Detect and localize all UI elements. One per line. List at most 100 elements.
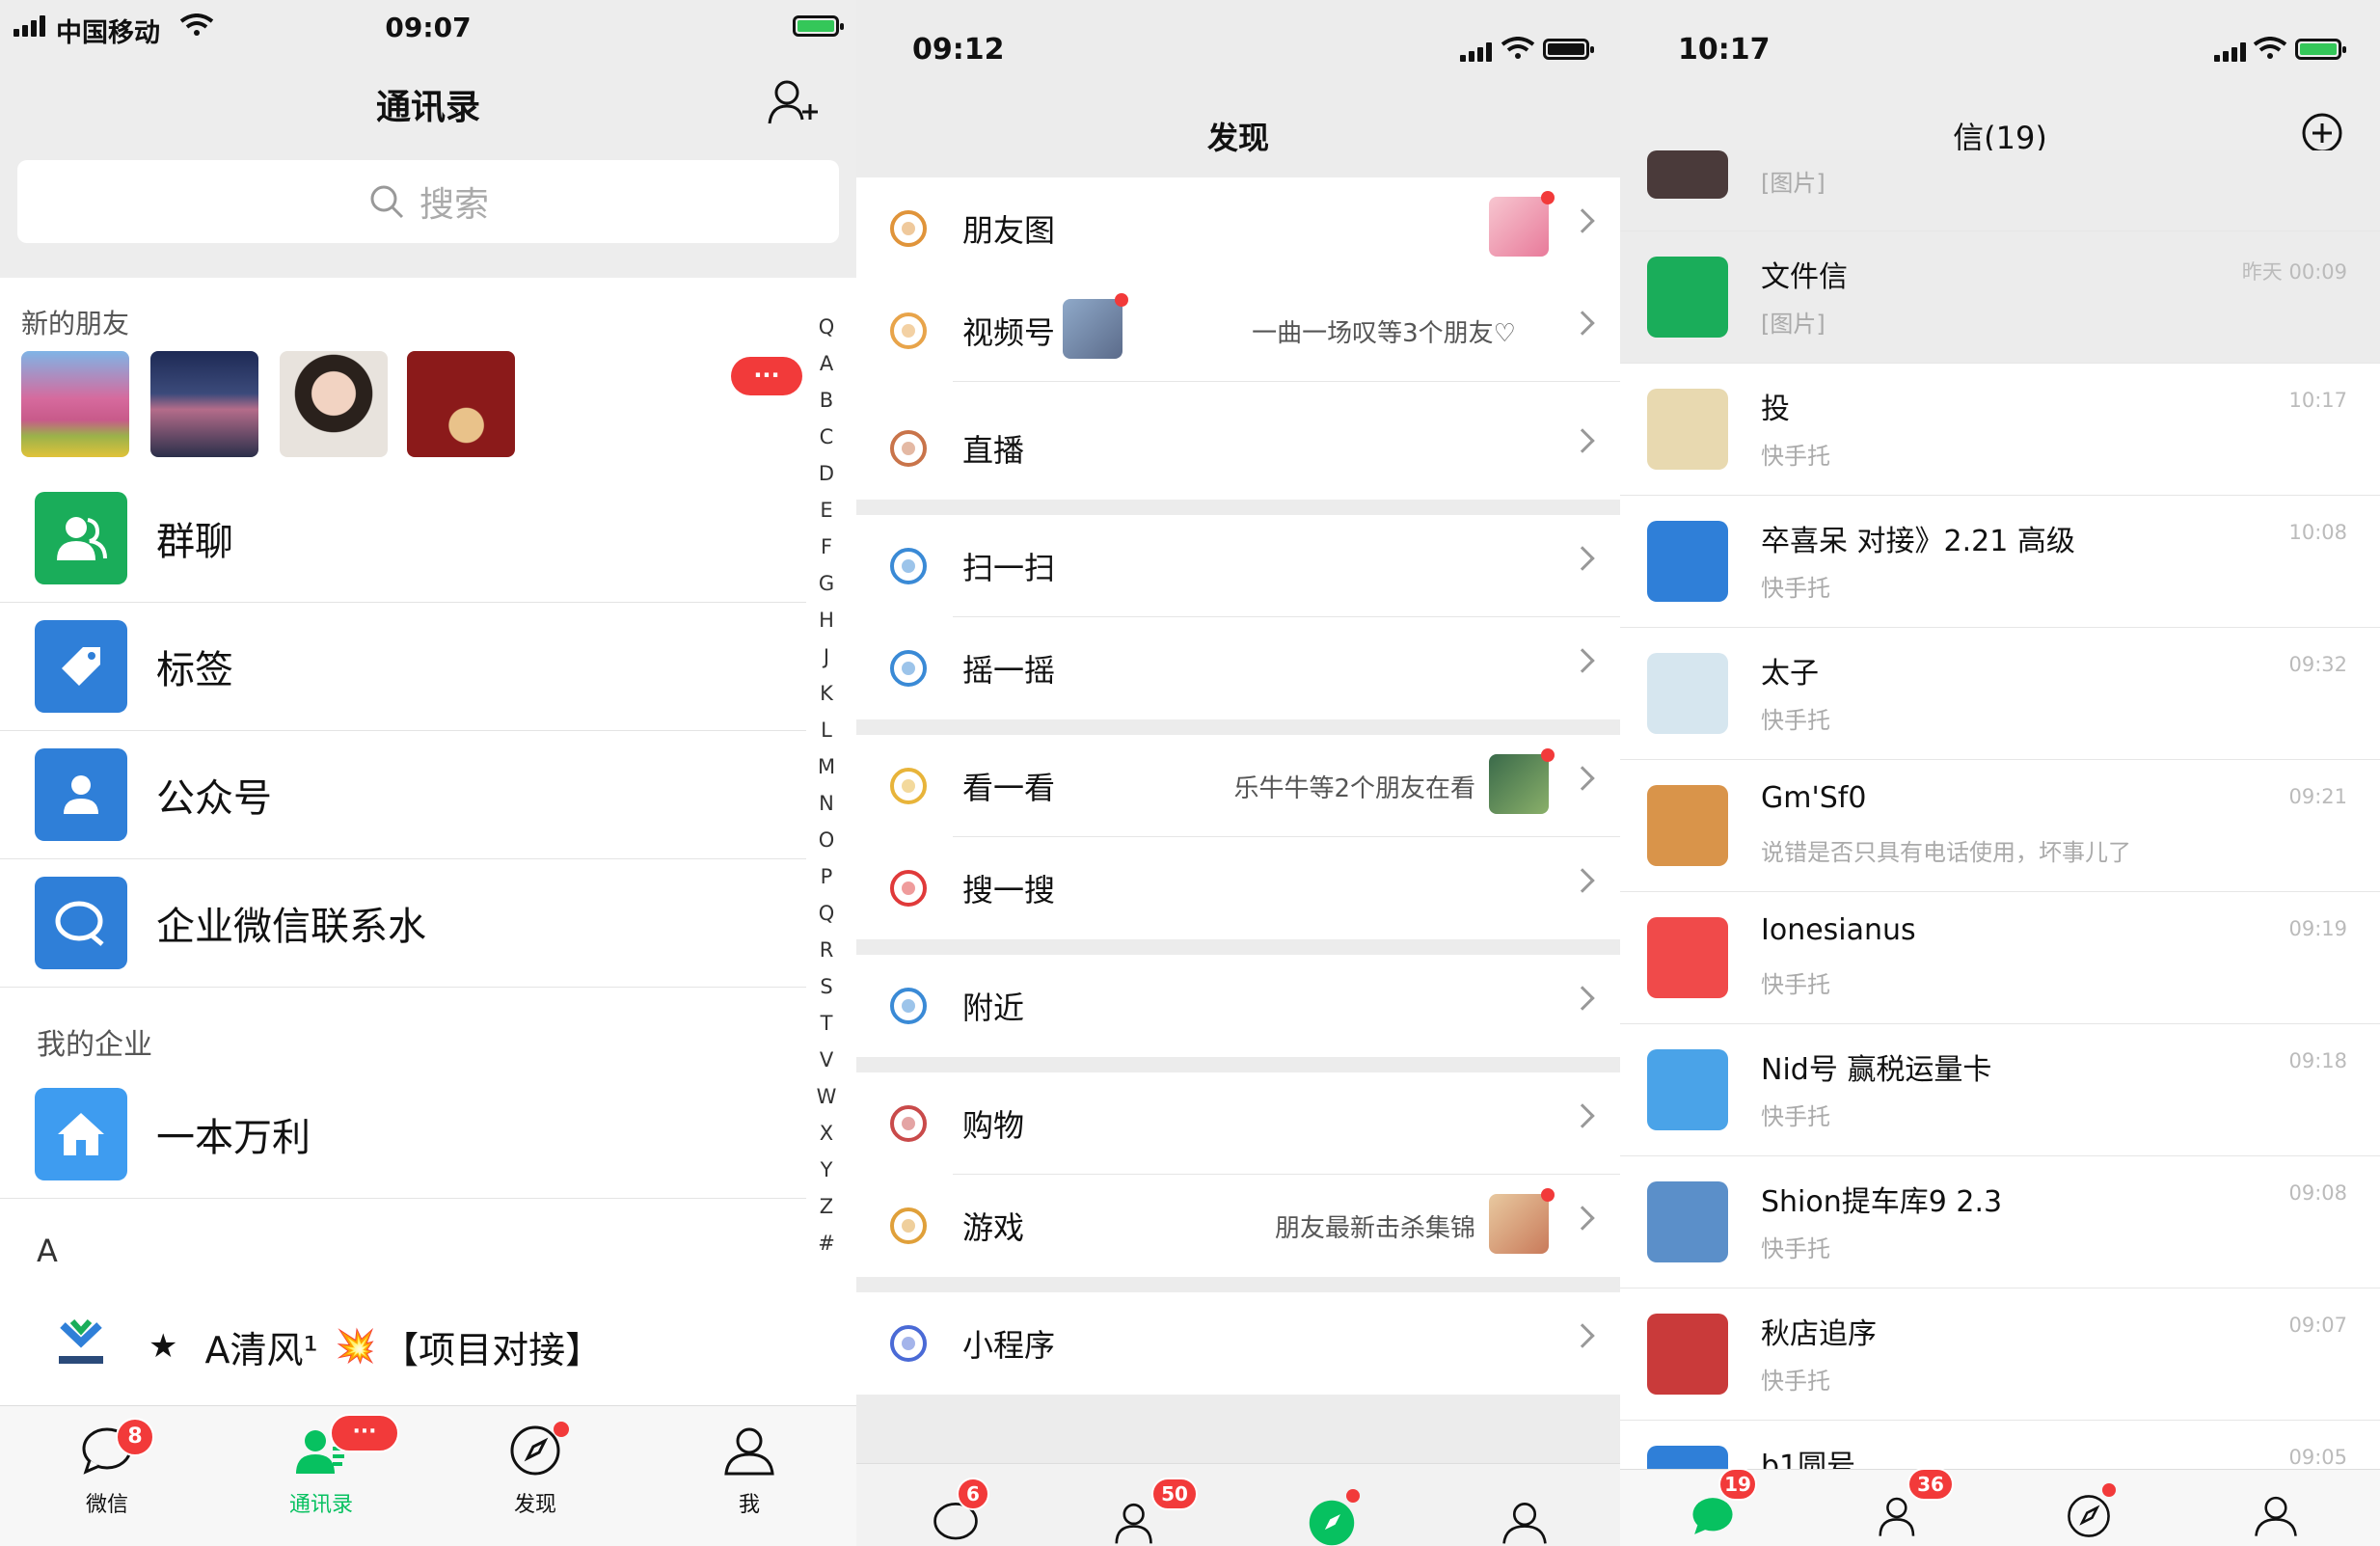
chat-avatar bbox=[1647, 653, 1728, 734]
channels-icon bbox=[890, 312, 927, 349]
chat-row[interactable]: Nid号 赢税运量卡 快手托 09:18 bbox=[1620, 1024, 2380, 1156]
index-letter[interactable]: Q bbox=[819, 309, 835, 345]
tab-me[interactable]: 我 bbox=[696, 1424, 802, 1518]
new-friend-avatar[interactable] bbox=[150, 351, 258, 457]
index-letter[interactable]: G bbox=[819, 565, 834, 602]
index-letter[interactable]: Q bbox=[819, 895, 835, 932]
page-title: 发现 bbox=[1206, 120, 1269, 156]
discover-row[interactable]: 游戏 朋友最新击杀集锦 bbox=[856, 1175, 1620, 1277]
unread-badge: 50 bbox=[1151, 1478, 1198, 1510]
index-letter[interactable]: # bbox=[818, 1225, 835, 1261]
new-friend-avatar[interactable] bbox=[407, 351, 515, 457]
discover-row[interactable]: 购物 bbox=[856, 1072, 1620, 1175]
search-bar[interactable]: 搜索 bbox=[17, 160, 839, 243]
compass-icon[interactable] bbox=[1308, 1499, 1356, 1546]
chat-row[interactable]: 太子 快手托 09:32 bbox=[1620, 628, 2380, 760]
discover-row[interactable]: 看一看 乐牛牛等2个朋友在看 bbox=[856, 735, 1620, 837]
signal-icon bbox=[1460, 41, 1492, 62]
chat-row[interactable]: 投快手托 10:17 bbox=[1620, 364, 2380, 496]
contacts-icon[interactable] bbox=[1879, 1493, 1925, 1539]
index-letter[interactable]: P bbox=[821, 858, 833, 895]
index-letter[interactable]: Z bbox=[820, 1188, 833, 1225]
chat-preview: [图片] bbox=[1761, 311, 1826, 338]
index-letter[interactable]: A bbox=[820, 345, 833, 382]
index-letter[interactable]: F bbox=[821, 529, 832, 565]
chat-avatar bbox=[1647, 1049, 1728, 1130]
chat-avatar bbox=[1647, 785, 1728, 866]
chat-row[interactable]: 秋店追序 快手托 09:07 bbox=[1620, 1288, 2380, 1421]
person-icon[interactable] bbox=[2253, 1493, 2299, 1539]
chat-name: 文件信 bbox=[1761, 260, 1848, 294]
discover-row[interactable]: 直播 bbox=[856, 397, 1620, 500]
discover-row[interactable]: 朋友图 bbox=[856, 177, 1620, 280]
chat-bubble-icon[interactable] bbox=[1690, 1493, 1736, 1539]
company-row[interactable]: 一本万利 bbox=[0, 1071, 806, 1199]
index-letter[interactable]: J bbox=[824, 638, 829, 675]
tab-contacts[interactable]: 通讯录 ··· bbox=[268, 1414, 399, 1518]
chat-preview: 快手托 bbox=[1761, 443, 1830, 470]
chat-preview: 说错是否只具有电话使用，坏事儿了 bbox=[1761, 839, 2131, 866]
tab-chats[interactable]: 微信 8 bbox=[54, 1418, 160, 1518]
chat-time: 09:19 bbox=[2288, 917, 2347, 940]
new-friend-avatar[interactable] bbox=[21, 351, 129, 457]
contact-suffix: 【项目对接】 bbox=[382, 1328, 603, 1371]
index-letter[interactable]: W bbox=[817, 1078, 837, 1115]
alphabet-index[interactable]: Q A B C D E F G H J K L M N O P Q R S T V W X Y Z # bbox=[812, 309, 841, 1261]
tab-discover[interactable]: 发现 bbox=[482, 1422, 588, 1518]
shake-icon bbox=[890, 650, 927, 687]
contact-row[interactable]: ★ A清风¹ 💥 【项目对接】 bbox=[0, 1288, 806, 1404]
index-letter[interactable]: B bbox=[820, 382, 833, 419]
index-letter[interactable]: C bbox=[820, 419, 834, 455]
compass-icon[interactable] bbox=[2066, 1493, 2112, 1539]
index-letter[interactable]: L bbox=[821, 712, 832, 748]
chat-preview: [图片] bbox=[1761, 170, 1826, 197]
dot-badge bbox=[554, 1422, 569, 1437]
chat-time: 10:08 bbox=[2288, 521, 2347, 544]
discover-row[interactable]: 搜一搜 bbox=[856, 837, 1620, 939]
chat-row[interactable]: 文件信 [图片] 昨天 00:09 bbox=[1620, 231, 2380, 364]
discover-row[interactable]: 视频号LIVE一曲一场叹等3个朋友♡ bbox=[856, 280, 1620, 382]
burst-icon: 💥 bbox=[335, 1327, 377, 1366]
tab-label: 微信 bbox=[85, 1493, 128, 1517]
index-letter[interactable]: O bbox=[819, 822, 835, 858]
add-friend-icon[interactable] bbox=[766, 77, 822, 127]
contact-name: A清风¹ bbox=[204, 1328, 318, 1371]
index-letter[interactable]: Y bbox=[821, 1152, 833, 1188]
friend-thumbnail bbox=[1489, 754, 1549, 814]
status-time: 10:17 bbox=[1678, 33, 1771, 67]
chat-row[interactable]: Gm'Sf0 说错是否只具有电话使用，坏事儿了 09:21 bbox=[1620, 760, 2380, 892]
wifi-icon bbox=[2253, 37, 2287, 59]
tab-label: 发现 bbox=[513, 1493, 556, 1517]
games-icon bbox=[890, 1207, 927, 1244]
index-letter[interactable]: E bbox=[820, 492, 832, 529]
index-letter[interactable]: R bbox=[820, 932, 834, 968]
index-letter[interactable]: D bbox=[819, 455, 834, 492]
discover-label: 看一看 bbox=[962, 770, 1056, 806]
index-letter[interactable]: K bbox=[820, 675, 833, 712]
chat-name: 卒喜呆 对接》2.21 高级 bbox=[1761, 525, 2075, 558]
index-letter[interactable]: X bbox=[820, 1115, 833, 1152]
person-icon[interactable] bbox=[1501, 1499, 1549, 1546]
tags-row[interactable]: 标签 bbox=[0, 603, 806, 731]
chat-row[interactable]: 卒喜呆 对接》2.21 高级 快手托 10:08 bbox=[1620, 496, 2380, 628]
chat-row[interactable]: Shion提车库9 2.3 快手托 09:08 bbox=[1620, 1156, 2380, 1288]
index-letter[interactable]: N bbox=[819, 785, 834, 822]
official-account-icon bbox=[35, 748, 127, 841]
chat-row[interactable]: Ionesianus 快手托 09:19 bbox=[1620, 892, 2380, 1024]
index-letter[interactable]: V bbox=[820, 1042, 833, 1078]
index-letter[interactable]: T bbox=[821, 1005, 833, 1042]
discover-row[interactable]: 小程序 bbox=[856, 1292, 1620, 1395]
wecom-contacts-row[interactable]: 企业微信联系水 bbox=[0, 859, 806, 988]
discover-row[interactable]: 扫一扫 bbox=[856, 515, 1620, 617]
discover-row[interactable]: 附近 bbox=[856, 955, 1620, 1057]
friend-thumbnail bbox=[1489, 197, 1549, 257]
new-friend-avatar[interactable] bbox=[280, 351, 388, 457]
add-icon[interactable] bbox=[2301, 112, 2343, 154]
discover-row[interactable]: 摇一摇 bbox=[856, 617, 1620, 719]
official-accounts-row[interactable]: 公众号 bbox=[0, 731, 806, 859]
index-letter[interactable]: M bbox=[818, 748, 835, 785]
group-chats-row[interactable]: 群聊 bbox=[0, 475, 806, 603]
index-letter[interactable]: S bbox=[820, 968, 832, 1005]
chat-row[interactable]: [图片] bbox=[1620, 150, 2380, 231]
index-letter[interactable]: H bbox=[819, 602, 834, 638]
